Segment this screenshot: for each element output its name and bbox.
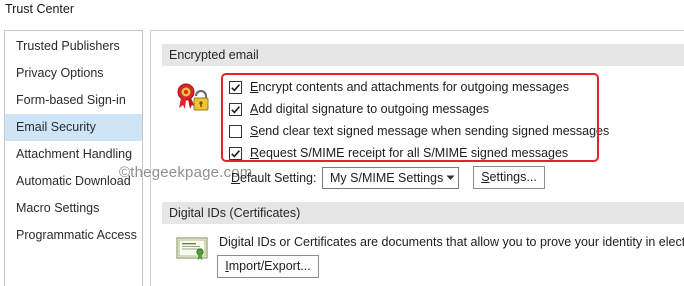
mnemonic-char: R — [250, 146, 260, 160]
label-text: dd digital signature to outgoing message… — [258, 102, 490, 116]
sidebar-item-email-security[interactable]: Email Security — [5, 114, 142, 141]
window-title: Trust Center — [5, 2, 75, 16]
mnemonic-char: D — [231, 171, 241, 185]
digital-ids-header: Digital IDs (Certificates) — [162, 202, 684, 224]
label-text: efault Setting: — [240, 171, 317, 185]
default-setting-dropdown[interactable]: My S/MIME Settings — [322, 167, 459, 189]
settings-button[interactable]: Settings... — [473, 166, 545, 189]
encrypt-contents-checkbox[interactable] — [229, 80, 242, 94]
sidebar-item-privacy-options[interactable]: Privacy Options — [5, 60, 142, 87]
certificate-lock-icon — [176, 82, 210, 112]
sidebar-item-form-based-sign-in[interactable]: Form-based Sign-in — [5, 87, 142, 114]
sidebar-item-macro-settings[interactable]: Macro Settings — [5, 195, 142, 222]
send-clear-text-label: Send clear text signed message when send… — [250, 124, 609, 138]
checkmark-icon — [231, 83, 241, 92]
label-text: mport/Export... — [228, 259, 311, 273]
default-setting-value: My S/MIME Settings — [330, 171, 444, 185]
request-smime-receipt-checkbox[interactable] — [229, 146, 242, 160]
trust-center-sidebar: Trusted Publishers Privacy Options Form-… — [4, 30, 143, 286]
label-text: ettings... — [489, 170, 537, 184]
sidebar-item-programmatic-access[interactable]: Programmatic Access — [5, 222, 142, 249]
request-smime-receipt-option[interactable]: Request S/MIME receipt for all S/MIME si… — [229, 144, 568, 162]
import-export-button[interactable]: Import/Export... — [217, 255, 319, 278]
checkmark-icon — [231, 105, 241, 114]
add-digital-signature-option[interactable]: Add digital signature to outgoing messag… — [229, 100, 489, 118]
request-smime-receipt-label: Request S/MIME receipt for all S/MIME si… — [250, 146, 568, 160]
add-digital-signature-label: Add digital signature to outgoing messag… — [250, 102, 489, 116]
label-text: ncrypt contents and attachments for outg… — [258, 80, 569, 94]
default-setting-label: Default Setting: — [231, 171, 316, 185]
send-clear-text-checkbox[interactable] — [229, 124, 242, 138]
mnemonic-char: S — [481, 170, 490, 184]
chevron-down-icon — [443, 168, 458, 188]
encrypt-contents-option[interactable]: Encrypt contents and attachments for out… — [229, 78, 569, 96]
encrypt-contents-label: Encrypt contents and attachments for out… — [250, 80, 569, 94]
label-text: end clear text signed message when sendi… — [258, 124, 610, 138]
label-text: equest S/MIME receipt for all S/MIME sig… — [259, 146, 569, 160]
add-digital-signature-checkbox[interactable] — [229, 102, 242, 116]
certificate-icon — [176, 236, 209, 262]
encrypted-email-header: Encrypted email — [162, 44, 684, 66]
digital-ids-description: Digital IDs or Certificates are document… — [219, 235, 684, 249]
send-clear-text-option[interactable]: Send clear text signed message when send… — [229, 122, 609, 140]
checkmark-icon — [231, 149, 241, 158]
sidebar-item-trusted-publishers[interactable]: Trusted Publishers — [5, 33, 142, 60]
